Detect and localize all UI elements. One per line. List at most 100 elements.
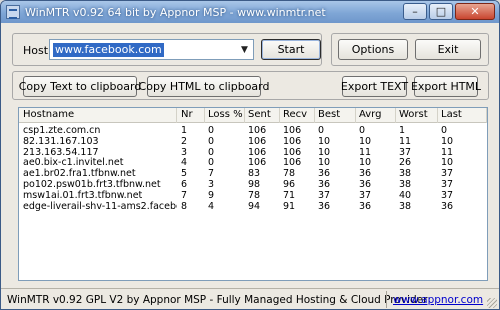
table-cell: 36 — [318, 179, 331, 190]
status-text: WinMTR v0.92 GPL V2 by Appnor MSP - Full… — [7, 294, 428, 306]
table-cell: 1 — [399, 125, 406, 136]
export-html-button[interactable]: Export HTML — [411, 76, 481, 97]
table-cell: 11 — [441, 146, 454, 158]
table-cell: 2 — [181, 135, 188, 147]
table-cell: ae0.bix-c1.invitel.net — [23, 157, 124, 169]
column-header-sent[interactable]: Sent — [246, 108, 280, 123]
table-cell: 3 — [208, 179, 215, 190]
table-cell: 106 — [283, 125, 302, 136]
table-cell: 37 — [318, 189, 331, 201]
table-cell: 0 — [208, 146, 215, 158]
column-header-loss[interactable]: Loss % — [206, 108, 245, 123]
table-cell: 10 — [441, 157, 454, 169]
status-bar: WinMTR v0.92 GPL V2 by Appnor MSP - Full… — [1, 288, 499, 309]
table-cell: 106 — [248, 135, 267, 147]
table-row[interactable]: po102.psw01b.frt3.tfbnw.net 6 3 98 96 36 36 38 3… — [19, 179, 487, 190]
table-cell: 0 — [441, 125, 448, 136]
table-cell: 11 — [399, 135, 412, 147]
table-cell: 0 — [208, 157, 215, 169]
column-header-nr[interactable]: Nr — [179, 108, 205, 123]
table-cell: 37 — [359, 189, 372, 201]
table-row[interactable]: 82.131.167.103 2 0 106 106 10 10 11 10 — [19, 135, 487, 147]
table-cell: 1 — [181, 125, 188, 136]
resize-grip-icon[interactable] — [487, 298, 497, 308]
table-cell: 0 — [208, 135, 215, 147]
table-cell: 6 — [181, 179, 188, 190]
table-cell: 10 — [318, 157, 331, 169]
column-header-recv[interactable]: Recv — [281, 108, 315, 123]
chevron-down-icon[interactable]: ▼ — [236, 40, 253, 59]
host-label: Host: — [23, 44, 52, 57]
table-cell: 94 — [248, 200, 261, 212]
table-cell: 36 — [318, 168, 331, 180]
table-cell: 38 — [399, 200, 412, 212]
host-input[interactable]: www.facebook.com — [53, 43, 164, 57]
table-cell: 9 — [208, 189, 215, 201]
table-row[interactable]: msw1ai.01.frt3.tfbnw.net 7 9 78 71 37 37 40 37 — [19, 189, 487, 201]
close-button[interactable]: ✕ — [455, 3, 495, 20]
table-cell: 37 — [441, 168, 454, 180]
table-cell: 98 — [248, 179, 261, 190]
table-cell: 26 — [399, 157, 412, 169]
table-header: Hostname Nr Loss % Sent Recv Best Avrg Worst Las… — [19, 108, 487, 123]
table-cell: 106 — [248, 125, 267, 136]
table-row[interactable]: 213.163.54.117 3 0 106 106 10 11 37 11 — [19, 146, 487, 158]
column-header-best[interactable]: Best — [316, 108, 356, 123]
table-cell: 0 — [318, 125, 325, 136]
results-table[interactable]: Hostname Nr Loss % Sent Recv Best Avrg Worst Las… — [18, 107, 488, 281]
table-cell: 96 — [283, 179, 296, 190]
maximize-button[interactable]: □ — [429, 3, 453, 20]
column-header-avrg[interactable]: Avrg — [357, 108, 396, 123]
table-cell: 106 — [248, 146, 267, 158]
table-cell: 4 — [208, 200, 215, 212]
table-cell: 38 — [399, 168, 412, 180]
table-cell: 38 — [399, 179, 412, 190]
table-cell: 10 — [441, 135, 454, 147]
appnor-link[interactable]: www.appnor.com — [393, 294, 483, 306]
host-combobox[interactable]: www.facebook.com ▼ — [49, 39, 254, 60]
table-cell: 4 — [181, 157, 188, 169]
table-cell: 36 — [359, 200, 372, 212]
window-controls: – □ ✕ — [403, 3, 495, 20]
table-cell: 37 — [441, 189, 454, 201]
table-cell: 37 — [441, 179, 454, 190]
table-cell: edge-liverail-shv-11-ams2.facebook.... — [23, 200, 177, 212]
table-row[interactable]: ae1.br02.fra1.tfbnw.net 5 7 83 78 36 36 38 37 — [19, 168, 487, 180]
table-cell: 3 — [181, 146, 188, 158]
table-cell: 71 — [283, 189, 296, 201]
column-header-last[interactable]: Last — [439, 108, 487, 123]
table-row[interactable]: ae0.bix-c1.invitel.net 4 0 106 106 10 10 26 10 — [19, 157, 487, 169]
table-cell: 40 — [399, 189, 412, 201]
table-cell: 0 — [359, 125, 366, 136]
table-cell: 106 — [283, 135, 302, 147]
table-cell: 213.163.54.117 — [23, 146, 99, 158]
exit-button[interactable]: Exit — [415, 39, 481, 60]
options-button[interactable]: Options — [338, 39, 408, 60]
table-cell: 5 — [181, 168, 188, 180]
table-cell: 7 — [181, 189, 188, 201]
column-header-worst[interactable]: Worst — [397, 108, 438, 123]
table-cell: po102.psw01b.frt3.tfbnw.net — [23, 179, 161, 190]
table-row[interactable]: csp1.zte.com.cn 1 0 106 106 0 0 1 0 — [19, 125, 487, 136]
copy-html-button[interactable]: Copy HTML to clipboard — [139, 76, 269, 97]
table-cell: 10 — [318, 135, 331, 147]
table-cell: 106 — [248, 157, 267, 169]
table-cell: 36 — [359, 168, 372, 180]
column-header-hostname[interactable]: Hostname — [21, 108, 177, 123]
title-bar[interactable]: WinMTR v0.92 64 bit by Appnor MSP - www.… — [1, 1, 499, 23]
table-cell: 37 — [399, 146, 412, 158]
table-cell: ae1.br02.fra1.tfbnw.net — [23, 168, 136, 180]
export-text-button[interactable]: Export TEXT — [341, 76, 408, 97]
table-cell: 36 — [359, 179, 372, 190]
table-cell: 36 — [441, 200, 454, 212]
table-cell: 8 — [181, 200, 188, 212]
table-cell: 106 — [283, 157, 302, 169]
table-cell: 7 — [208, 168, 215, 180]
minimize-button[interactable]: – — [403, 3, 427, 20]
copy-text-button[interactable]: Copy Text to clipboard — [19, 76, 141, 97]
table-row[interactable]: edge-liverail-shv-11-ams2.facebook.... 8 4… — [19, 200, 487, 212]
table-cell: 10 — [359, 157, 372, 169]
start-button[interactable]: Start — [261, 39, 321, 60]
table-cell: 78 — [248, 189, 261, 201]
table-cell: 83 — [248, 168, 261, 180]
